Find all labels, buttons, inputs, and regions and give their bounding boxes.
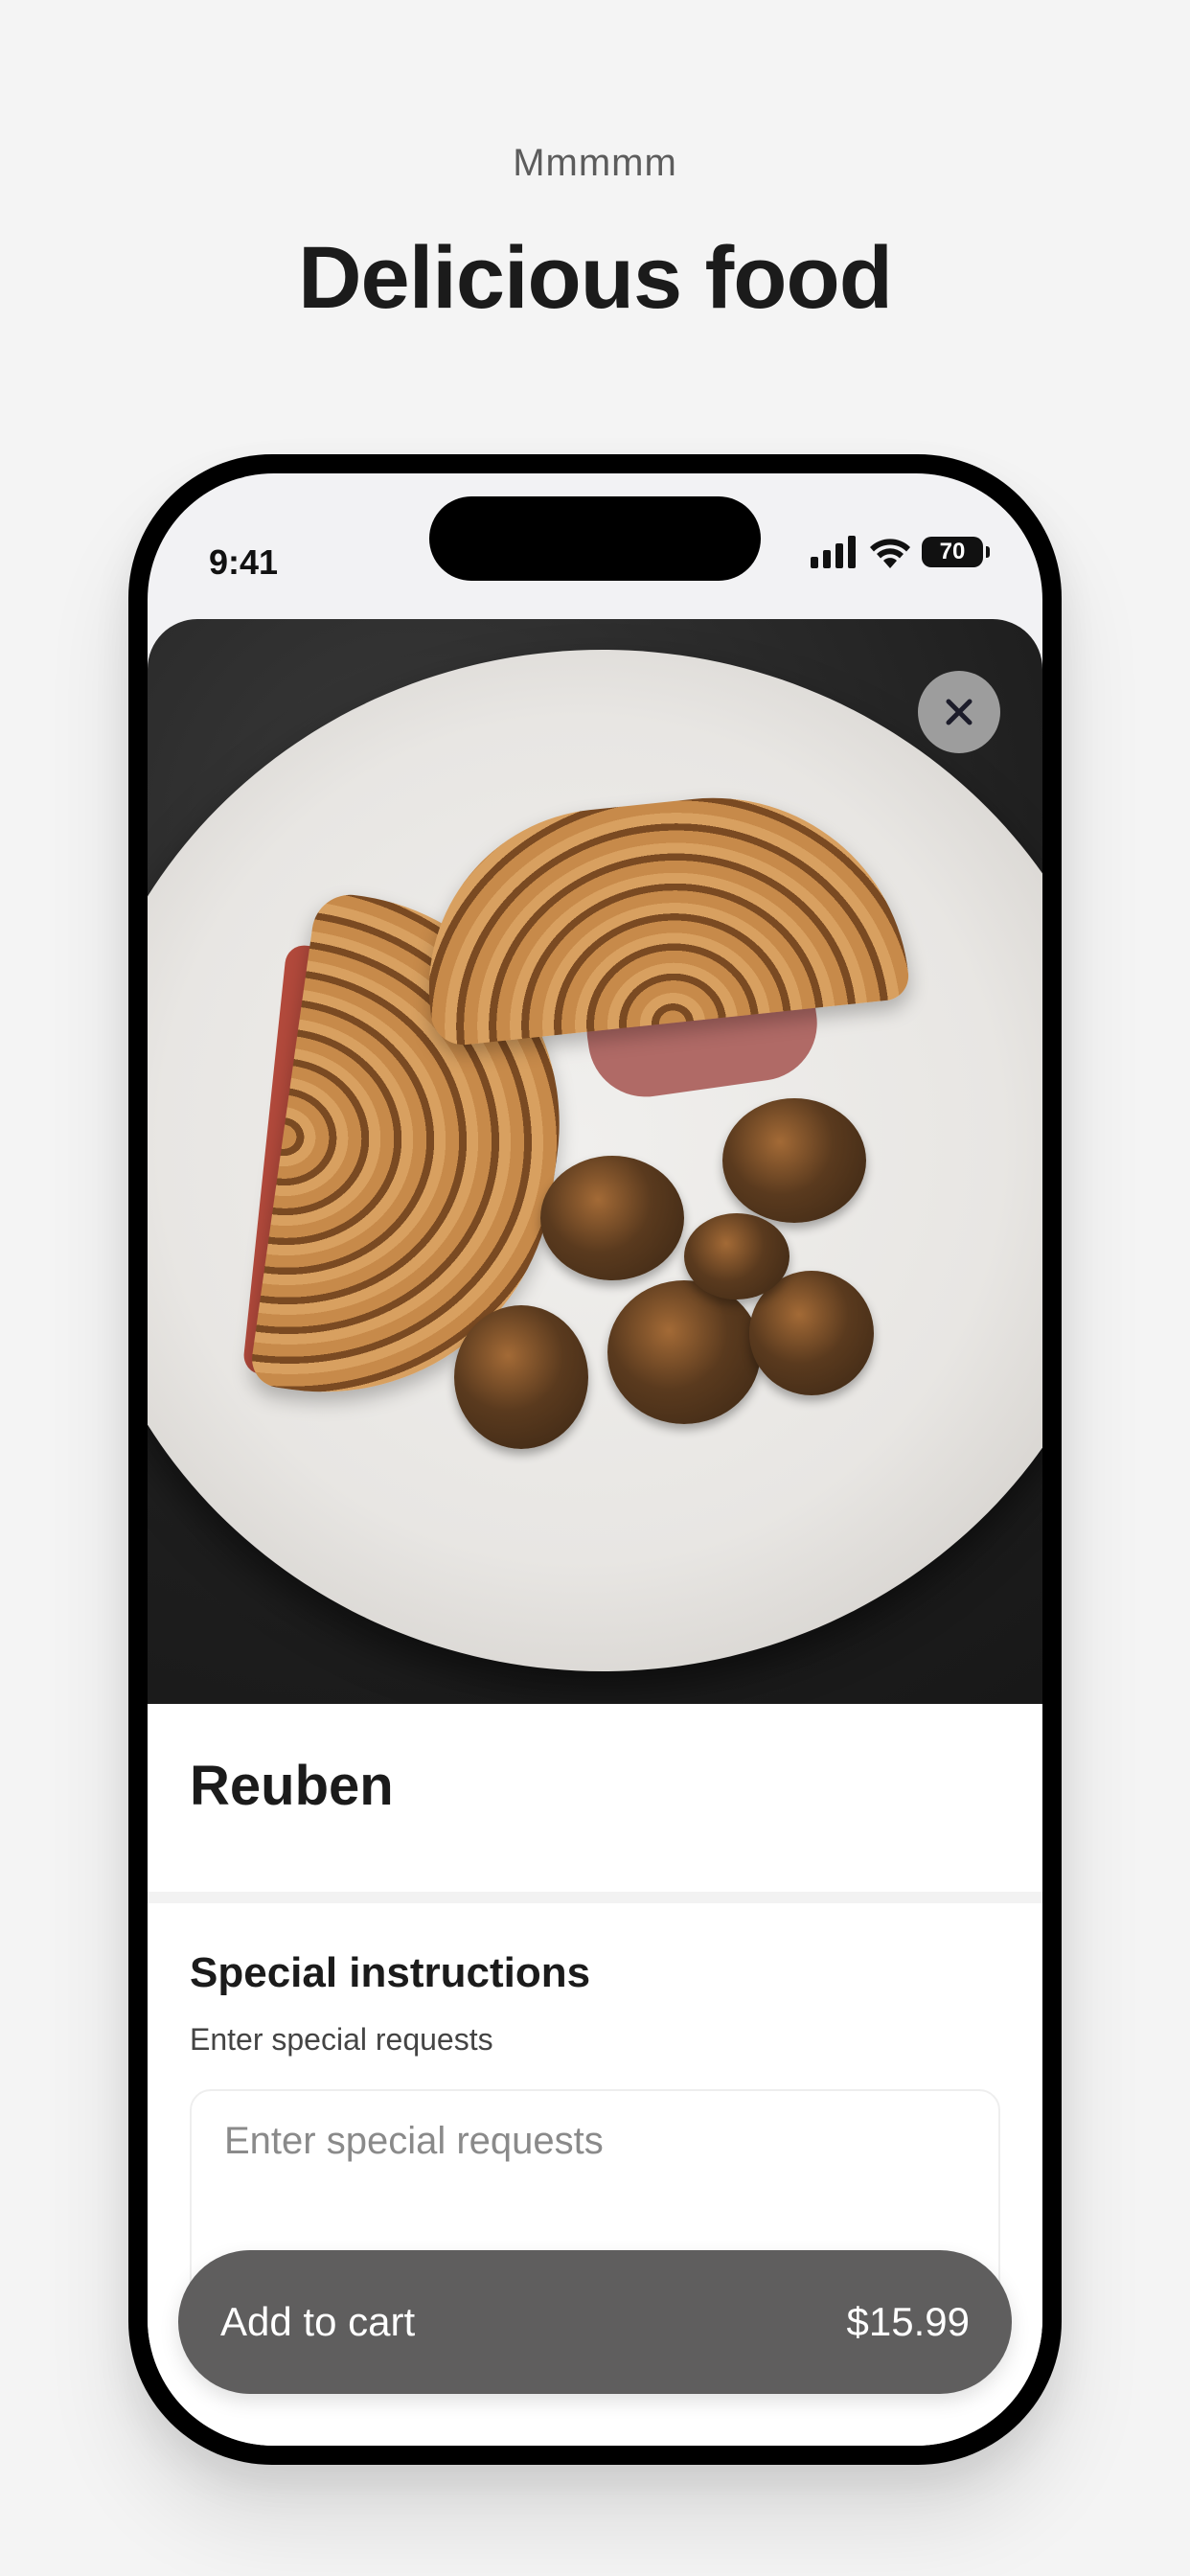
add-to-cart-button[interactable]: Add to cart $15.99: [178, 2250, 1012, 2394]
signal-icon: [811, 536, 856, 568]
item-detail-sheet: Reuben Special instructions Enter specia…: [148, 619, 1042, 2446]
eyebrow-text: Mmmmm: [513, 142, 677, 184]
close-button[interactable]: [918, 671, 1000, 753]
headline: Delicious food: [298, 229, 893, 327]
wifi-icon: [870, 539, 910, 568]
app-store-screenshot: Mmmmm Delicious food 9:41 70 Reuben Spec…: [0, 0, 1190, 2576]
phone-screen: 9:41 70 Reuben Special instructions Ente…: [148, 473, 1042, 2446]
status-icons: 70: [811, 529, 990, 575]
close-icon: [946, 699, 973, 725]
section-divider: [148, 1892, 1042, 1903]
dynamic-island: [429, 496, 761, 581]
instructions-title: Special instructions: [190, 1949, 591, 1996]
add-to-cart-label: Add to cart: [220, 2299, 416, 2344]
item-header: Reuben: [148, 1704, 1042, 1892]
battery-icon: 70: [922, 537, 990, 567]
food-photo: [148, 619, 1042, 1704]
phone-frame: 9:41 70 Reuben Special instructions Ente…: [128, 454, 1062, 2465]
status-time: 9:41: [209, 542, 279, 582]
instructions-helper: Enter special requests: [190, 2022, 493, 2057]
cart-price: $15.99: [846, 2299, 970, 2344]
item-name: Reuben: [190, 1755, 394, 1817]
